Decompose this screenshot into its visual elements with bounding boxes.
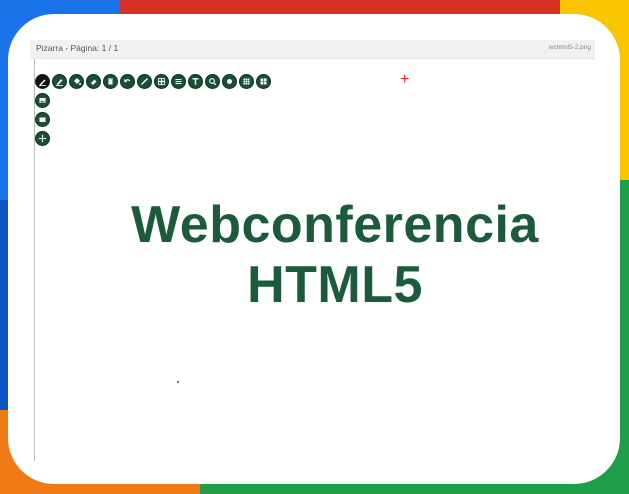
trash-icon	[108, 78, 113, 85]
image-tool-button[interactable]	[36, 94, 49, 107]
grid-tool-button[interactable]	[155, 75, 168, 88]
line-icon	[141, 78, 148, 85]
table-tool-button[interactable]	[240, 75, 253, 88]
grid-view-tool-button[interactable]	[257, 75, 270, 88]
canvas-dot	[177, 381, 179, 383]
undo-tool-button[interactable]	[121, 75, 134, 88]
table-icon	[243, 78, 250, 85]
whiteboard-titlebar: Pizarra - Página: 1 / 1 wchtml5-2.png	[30, 40, 595, 59]
trash-tool-button[interactable]	[104, 75, 117, 88]
headline-line-2: HTML5	[247, 256, 423, 314]
circle-icon	[227, 79, 232, 84]
text-icon	[192, 78, 199, 85]
list-tool-button[interactable]	[172, 75, 185, 88]
eraser-icon	[91, 79, 97, 85]
grid-icon	[158, 78, 165, 85]
move-tool-button[interactable]	[36, 132, 49, 145]
crosshair-cursor-icon: +	[400, 71, 410, 88]
move-icon	[38, 134, 47, 143]
window-title: Pizarra - Página: 1 / 1	[36, 43, 119, 53]
headline-line-1: Webconferencia	[131, 196, 539, 254]
marker-tool-button[interactable]	[53, 75, 66, 88]
folder-tool-button[interactable]	[36, 113, 49, 126]
folder-icon	[39, 117, 46, 122]
undo-icon	[124, 79, 131, 83]
fill-tool-button[interactable]	[70, 75, 83, 88]
pen-tool-button[interactable]	[36, 75, 49, 88]
file-name: wchtml5-2.png	[548, 44, 591, 51]
pen-icon	[39, 79, 46, 86]
marker-icon	[56, 79, 63, 86]
magnifier-icon	[209, 78, 217, 86]
shape-tool-button[interactable]	[223, 75, 236, 88]
image-icon	[39, 98, 46, 103]
paint-bucket-icon	[74, 78, 81, 85]
grid-view-icon	[260, 78, 267, 85]
line-tool-button[interactable]	[138, 75, 151, 88]
zoom-tool-button[interactable]	[206, 75, 219, 88]
list-icon	[175, 79, 182, 84]
eraser-tool-button[interactable]	[87, 75, 100, 88]
text-tool-button[interactable]	[189, 75, 202, 88]
